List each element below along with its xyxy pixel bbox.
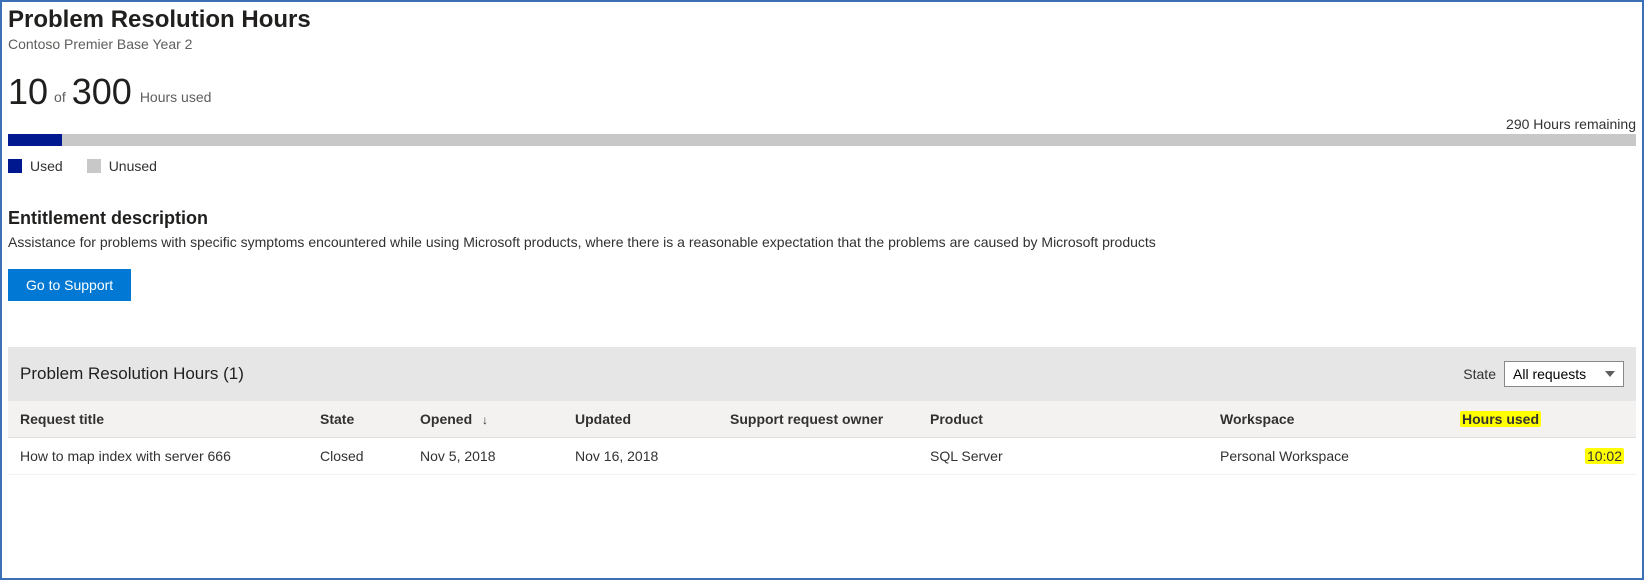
legend-used-label: Used	[30, 158, 63, 174]
page-title: Problem Resolution Hours	[8, 6, 1636, 34]
hours-used-value-highlight: 10:02	[1585, 448, 1624, 464]
state-filter: State All requests	[1463, 361, 1624, 387]
swatch-unused-icon	[87, 159, 101, 173]
col-header-product[interactable]: Product	[918, 401, 1208, 438]
state-filter-select[interactable]: All requests	[1504, 361, 1624, 387]
sort-descending-icon: ↓	[482, 413, 488, 427]
hours-used-header-highlight: Hours used	[1460, 411, 1541, 427]
col-header-owner[interactable]: Support request owner	[718, 401, 918, 438]
hours-used-label: Hours used	[140, 89, 212, 105]
go-to-support-button[interactable]: Go to Support	[8, 269, 131, 301]
hours-of-label: of	[54, 89, 66, 105]
cell-updated: Nov 16, 2018	[563, 437, 718, 474]
cell-request-title: How to map index with server 666	[8, 437, 308, 474]
hours-total-value: 300	[72, 74, 132, 110]
col-header-title[interactable]: Request title	[8, 401, 308, 438]
table-row[interactable]: How to map index with server 666 Closed …	[8, 437, 1636, 474]
col-header-opened-label: Opened	[420, 411, 472, 427]
col-header-hours-used[interactable]: Hours used	[1448, 401, 1636, 438]
requests-table: Request title State Opened ↓ Updated Sup…	[8, 401, 1636, 475]
legend-unused-label: Unused	[109, 158, 157, 174]
requests-table-header-bar: Problem Resolution Hours (1) State All r…	[8, 347, 1636, 401]
legend-item-used: Used	[8, 158, 63, 174]
entitlement-heading: Entitlement description	[8, 208, 1636, 229]
usage-progress-fill	[8, 134, 62, 146]
hours-used-value: 10	[8, 74, 48, 110]
cell-owner	[718, 437, 918, 474]
cell-workspace: Personal Workspace	[1208, 437, 1448, 474]
hours-usage-summary: 10 of 300 Hours used	[8, 74, 1636, 110]
hours-remaining-text: 290 Hours remaining	[8, 116, 1636, 132]
swatch-used-icon	[8, 159, 22, 173]
col-header-opened[interactable]: Opened ↓	[408, 401, 563, 438]
col-header-workspace[interactable]: Workspace	[1208, 401, 1448, 438]
cell-opened: Nov 5, 2018	[408, 437, 563, 474]
table-header-row: Request title State Opened ↓ Updated Sup…	[8, 401, 1636, 438]
cell-state: Closed	[308, 437, 408, 474]
usage-progress-bar	[8, 134, 1636, 146]
page-subtitle: Contoso Premier Base Year 2	[8, 36, 1636, 52]
usage-legend: Used Unused	[8, 158, 1636, 174]
requests-table-section: Problem Resolution Hours (1) State All r…	[8, 347, 1636, 475]
requests-table-title: Problem Resolution Hours (1)	[20, 364, 244, 384]
cell-product: SQL Server	[918, 437, 1208, 474]
state-filter-label: State	[1463, 366, 1496, 382]
entitlement-description: Assistance for problems with specific sy…	[8, 233, 1636, 253]
cell-hours-used: 10:02	[1448, 437, 1636, 474]
col-header-state[interactable]: State	[308, 401, 408, 438]
col-header-updated[interactable]: Updated	[563, 401, 718, 438]
legend-item-unused: Unused	[87, 158, 157, 174]
